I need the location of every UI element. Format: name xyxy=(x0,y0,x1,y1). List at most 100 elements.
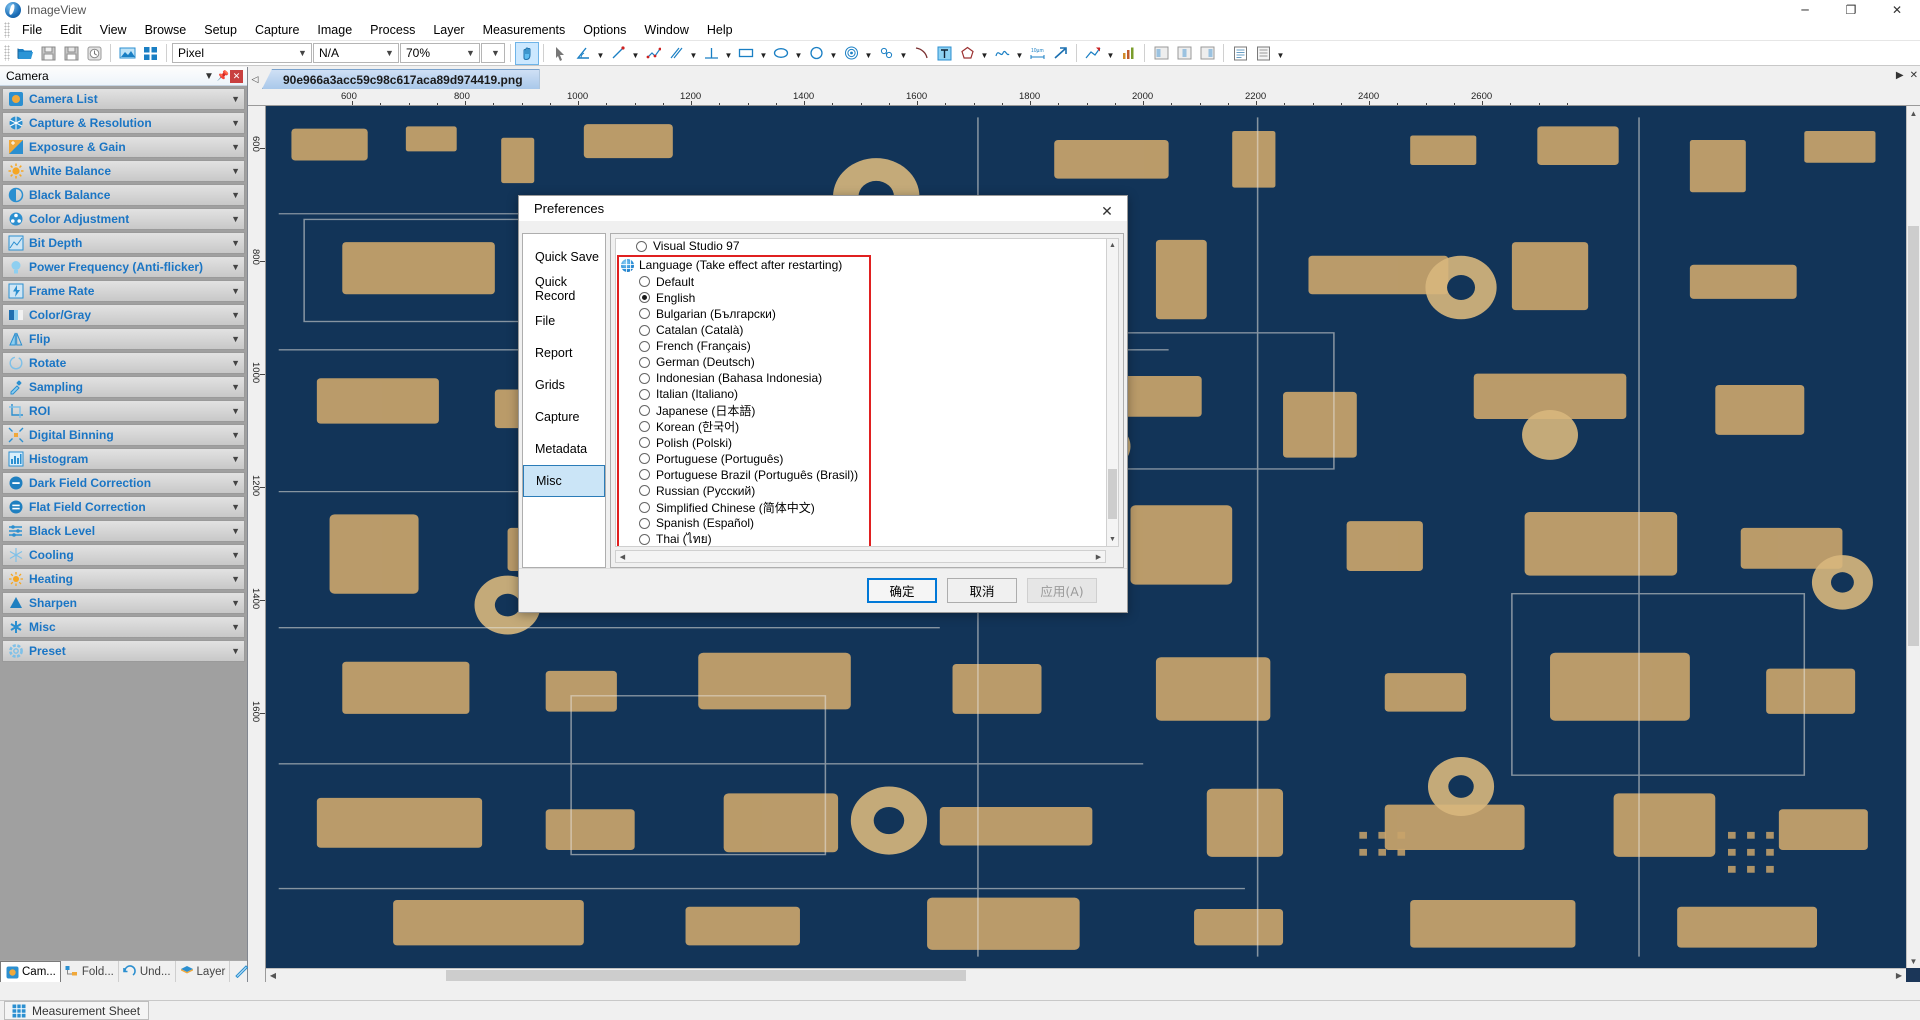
properties-dropdown-icon[interactable]: ▼ xyxy=(1275,43,1286,64)
tab-scroll-left-icon[interactable]: ◁ xyxy=(248,69,262,89)
chevron-down-icon[interactable]: ▼ xyxy=(381,44,398,62)
chevron-down-icon[interactable]: ▼ xyxy=(231,622,240,632)
menu-grip-handle[interactable] xyxy=(4,22,10,38)
chevron-down-icon[interactable]: ▼ xyxy=(231,118,240,128)
chevron-down-icon[interactable]: ▼ xyxy=(231,382,240,392)
language-option-portuguese[interactable]: Portuguese (Português) xyxy=(619,451,869,467)
prefs-nav-quick-record[interactable]: Quick Record xyxy=(523,273,605,305)
unit-select[interactable]: Pixel ▼ xyxy=(172,43,312,63)
menu-process[interactable]: Process xyxy=(361,20,424,40)
save-icon[interactable] xyxy=(37,43,59,64)
scroll-right-arrow-icon[interactable]: ▶ xyxy=(1092,551,1105,562)
measurement-sheet-button[interactable]: Measurement Sheet xyxy=(4,1001,149,1020)
extra-select[interactable]: ▼ xyxy=(481,43,505,63)
toolbar-grip-handle[interactable] xyxy=(4,45,10,61)
pin-icon[interactable]: 📌 xyxy=(216,69,230,84)
close-panel-icon[interactable]: ✕ xyxy=(230,70,243,83)
menu-capture[interactable]: Capture xyxy=(246,20,308,40)
parallel-lines-tool-icon[interactable] xyxy=(665,43,687,64)
concentric-circles-tool-icon[interactable] xyxy=(840,43,862,64)
cancel-button[interactable]: 取消 xyxy=(947,578,1017,603)
sidebar-item-sharpen[interactable]: Sharpen ▼ xyxy=(2,592,245,614)
menu-options[interactable]: Options xyxy=(574,20,635,40)
polyline-tool-icon[interactable] xyxy=(642,43,664,64)
chevron-down-icon[interactable]: ▼ xyxy=(231,502,240,512)
chevron-down-icon[interactable]: ▼ xyxy=(231,430,240,440)
language-option-default[interactable]: Default xyxy=(619,274,869,290)
magnification-select[interactable]: N/A ▼ xyxy=(313,43,399,63)
menu-edit[interactable]: Edit xyxy=(51,20,91,40)
properties-icon[interactable] xyxy=(1252,43,1274,64)
angle-tool-icon[interactable] xyxy=(572,43,594,64)
chevron-down-icon[interactable]: ▼ xyxy=(294,44,311,62)
canvas-horizontal-scrollbar[interactable]: ◀ ▶ xyxy=(266,968,1906,982)
align-center-icon[interactable] xyxy=(1173,43,1195,64)
radio-icon[interactable] xyxy=(639,341,650,352)
options-v-scroll-thumb[interactable] xyxy=(1108,469,1117,519)
arrow-tool-icon[interactable] xyxy=(1049,43,1071,64)
v-scroll-thumb[interactable] xyxy=(1908,226,1919,646)
sidebar-item-misc[interactable]: Misc ▼ xyxy=(2,616,245,638)
chevron-down-icon[interactable]: ▼ xyxy=(231,646,240,656)
tab-list-icon[interactable]: ▶ xyxy=(1896,70,1904,81)
options-horizontal-scrollbar[interactable]: ◀ ▶ xyxy=(615,550,1106,563)
language-option-indonesian[interactable]: Indonesian (Bahasa Indonesia) xyxy=(619,370,869,386)
minimize-button[interactable]: ─ xyxy=(1782,0,1828,20)
prefs-nav-report[interactable]: Report xyxy=(523,337,605,369)
save-as-icon[interactable] xyxy=(60,43,82,64)
radio-icon[interactable] xyxy=(639,421,650,432)
sidebar-item-power-frequency[interactable]: Power Frequency (Anti-flicker) ▼ xyxy=(2,256,245,278)
prefs-nav-misc[interactable]: Misc xyxy=(523,465,605,497)
text-tool-icon[interactable] xyxy=(933,43,955,64)
sidebar-item-preset[interactable]: Preset ▼ xyxy=(2,640,245,662)
radio-icon[interactable] xyxy=(639,357,650,368)
sidebar-item-camera-list[interactable]: Camera List ▼ xyxy=(2,88,245,110)
chevron-down-icon[interactable]: ▼ xyxy=(231,526,240,536)
language-option-simplified-chinese[interactable]: Simplified Chinese (简体中文) xyxy=(619,499,869,515)
circle-tool-icon[interactable] xyxy=(805,43,827,64)
chevron-down-icon[interactable]: ▼ xyxy=(231,190,240,200)
chevron-down-icon[interactable]: ▼ xyxy=(231,574,240,584)
h-scroll-thumb[interactable] xyxy=(446,970,966,981)
open-folder-icon[interactable] xyxy=(14,43,36,64)
align-right-icon[interactable] xyxy=(1196,43,1218,64)
sidebar-item-color-adjustment[interactable]: Color Adjustment ▼ xyxy=(2,208,245,230)
sidebar-item-exposure-gain[interactable]: Exposure & Gain ▼ xyxy=(2,136,245,158)
language-option-thai[interactable]: Thai (ไทย) xyxy=(619,531,869,547)
sidebar-item-flat-field-correction[interactable]: Flat Field Correction ▼ xyxy=(2,496,245,518)
sidebar-item-histogram[interactable]: Histogram ▼ xyxy=(2,448,245,470)
sidebar-item-black-balance[interactable]: Black Balance ▼ xyxy=(2,184,245,206)
menu-layer[interactable]: Layer xyxy=(424,20,473,40)
scroll-up-arrow-icon[interactable]: ▲ xyxy=(1907,106,1920,120)
scroll-down-arrow-icon[interactable]: ▼ xyxy=(1907,954,1920,968)
language-option-korean[interactable]: Korean (한국어) xyxy=(619,419,869,435)
chevron-down-icon[interactable]: ▼ xyxy=(231,262,240,272)
radio-icon[interactable] xyxy=(639,485,650,496)
language-option-bulgarian[interactable]: Bulgarian (Български) xyxy=(619,306,869,322)
chevron-down-icon[interactable]: ▼ xyxy=(202,69,216,84)
scroll-left-arrow-icon[interactable]: ◀ xyxy=(266,969,280,982)
sidebar-item-bit-depth[interactable]: Bit Depth ▼ xyxy=(2,232,245,254)
prefs-nav-metadata[interactable]: Metadata xyxy=(523,433,605,465)
menu-help[interactable]: Help xyxy=(698,20,742,40)
chevron-down-icon[interactable]: ▼ xyxy=(231,286,240,296)
chevron-down-icon[interactable]: ▼ xyxy=(231,358,240,368)
chevron-down-icon[interactable]: ▼ xyxy=(231,406,240,416)
rectangle-dropdown-icon[interactable]: ▼ xyxy=(758,43,769,64)
close-window-button[interactable]: ✕ xyxy=(1874,0,1920,20)
sidebar-tab-undo[interactable]: Und... xyxy=(119,961,176,982)
thumbnails-icon[interactable] xyxy=(139,43,161,64)
curve-dropdown-icon[interactable]: ▼ xyxy=(1014,43,1025,64)
prefs-nav-capture[interactable]: Capture xyxy=(523,401,605,433)
radio-icon[interactable] xyxy=(639,534,650,545)
arc-tool-icon[interactable] xyxy=(910,43,932,64)
prefs-nav-quick-save[interactable]: Quick Save xyxy=(523,241,605,273)
chevron-down-icon[interactable]: ▼ xyxy=(231,214,240,224)
curve-tool-icon[interactable] xyxy=(991,43,1013,64)
chevron-down-icon[interactable]: ▼ xyxy=(231,310,240,320)
sidebar-item-heating[interactable]: Heating ▼ xyxy=(2,568,245,590)
radio-icon[interactable] xyxy=(639,405,650,416)
radio-icon[interactable] xyxy=(639,469,650,480)
perpendicular-tool-icon[interactable] xyxy=(700,43,722,64)
scroll-down-arrow-icon[interactable]: ▼ xyxy=(1107,533,1118,546)
